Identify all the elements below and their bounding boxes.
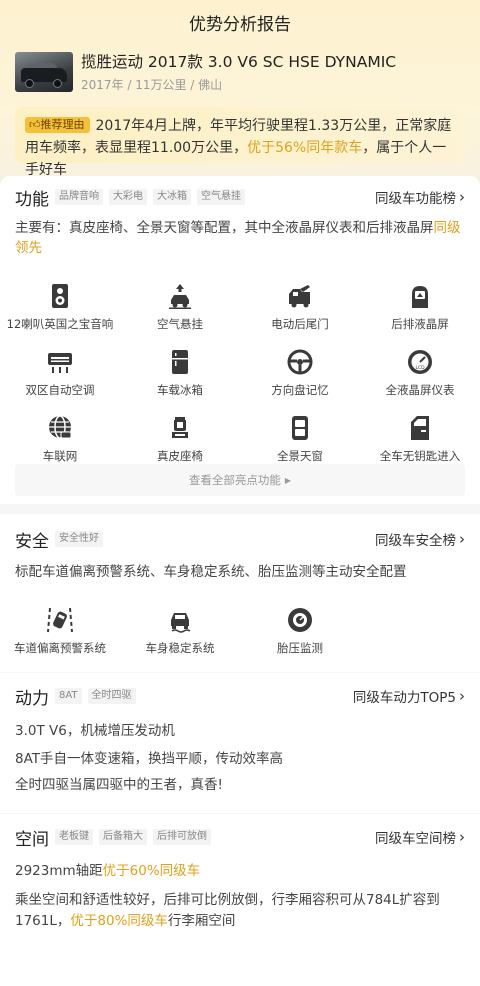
power-title: 动力 bbox=[15, 688, 49, 709]
feature-item[interactable]: 12喇叭英国之宝音响 bbox=[0, 282, 120, 332]
recommend-badge: 👍︎推荐理由 bbox=[25, 117, 90, 133]
power-rank-link[interactable]: 同级车动力TOP5 › bbox=[353, 686, 465, 706]
feature-item[interactable]: 方向盘记忆 bbox=[240, 348, 360, 398]
feature-item[interactable]: 后排液晶屏 bbox=[360, 282, 480, 332]
page-title: 优势分析报告 bbox=[189, 14, 291, 35]
tire-pressure-icon bbox=[288, 608, 312, 632]
function-tag: 大彩电 bbox=[109, 189, 147, 205]
recommend-box: 👍︎推荐理由 2017年4月上牌，年平均行驶里程1.33万公里，正常家庭用车频率… bbox=[15, 107, 465, 178]
thumbs-up-icon: 👍︎ bbox=[29, 118, 41, 131]
top-bar: 优势分析报告 bbox=[0, 0, 480, 44]
function-grid: 12喇叭英国之宝音响 空气悬挂 电动后尾门 后排液晶屏 双区自动空调 车载冰箱 … bbox=[0, 282, 480, 464]
stability-icon bbox=[171, 613, 191, 633]
function-tag: 品牌音响 bbox=[55, 189, 103, 205]
space-tag: 后备箱大 bbox=[99, 829, 147, 845]
feature-item[interactable]: 双区自动空调 bbox=[0, 348, 120, 398]
triangle-right-icon: ▶ bbox=[284, 475, 292, 485]
space-desc: 乘坐空间和舒适性较好，后排可比例放倒，行李厢容积可从784L扩容到1761L，优… bbox=[15, 892, 440, 929]
function-tag: 空气悬挂 bbox=[197, 189, 245, 205]
power-line: 3.0T V6，机械增压发动机 bbox=[15, 723, 175, 739]
chevron-right-icon: › bbox=[459, 687, 465, 705]
feature-item[interactable]: 全车无钥匙进入 bbox=[360, 414, 480, 464]
power-line: 全时四驱当属四驱中的王者，真香! bbox=[15, 777, 223, 793]
safety-rank-link[interactable]: 同级车安全榜 › bbox=[375, 529, 465, 549]
fridge-icon bbox=[172, 350, 188, 374]
car-network-icon bbox=[49, 415, 72, 439]
car-name: 揽胜运动 2017款 3.0 V6 SC HSE DYNAMIC bbox=[81, 53, 397, 71]
function-desc: 主要有：真皮座椅、全景天窗等配置，其中全液晶屏仪表和后排液晶屏同级领先 bbox=[15, 220, 461, 256]
panoramic-sunroof-icon bbox=[292, 416, 308, 440]
leather-seat-icon bbox=[172, 417, 188, 438]
feature-item[interactable]: 车联网 bbox=[0, 414, 120, 464]
safety-desc: 标配车道偏离预警系统、车身稳定系统、胎压监测等主动安全配置 bbox=[15, 564, 407, 580]
power-line: 8AT手自一体变速箱，换挡平顺，传动效率高 bbox=[15, 751, 284, 767]
car-thumbnail[interactable] bbox=[15, 52, 73, 92]
recommend-highlight: 优于56%同年款车 bbox=[247, 140, 363, 156]
space-rank-link[interactable]: 同级车空间榜 › bbox=[375, 827, 465, 847]
safety-grid: 车道偏离预警系统 车身稳定系统 胎压监测 bbox=[0, 606, 480, 656]
dual-zone-ac-icon bbox=[48, 353, 72, 373]
car-summary[interactable]: 揽胜运动 2017款 3.0 V6 SC HSE DYNAMIC 2017年 /… bbox=[15, 52, 396, 93]
feature-item[interactable]: 车载冰箱 bbox=[120, 348, 240, 398]
space-tag: 后排可放倒 bbox=[153, 829, 211, 845]
safety-tag: 安全性好 bbox=[55, 531, 103, 547]
speaker-icon bbox=[52, 284, 68, 308]
air-suspension-icon bbox=[169, 284, 191, 309]
car-meta: 2017年 / 11万公里 / 佛山 bbox=[81, 78, 223, 92]
function-title: 功能 bbox=[15, 189, 49, 210]
power-tailgate-icon bbox=[289, 285, 310, 308]
lcd-gauge-icon: LCD bbox=[408, 350, 432, 374]
rear-screen-icon bbox=[412, 286, 428, 308]
power-section: 动力 8AT 全时四驱 同级车动力TOP5 › 3.0T V6，机械增压发动机 8… bbox=[0, 673, 480, 813]
space-wheelbase: 2923mm轴距优于60%同级车 bbox=[15, 863, 201, 879]
safety-item[interactable]: 车道偏离预警系统 bbox=[0, 606, 120, 656]
chevron-right-icon: › bbox=[459, 828, 465, 846]
power-tag: 8AT bbox=[55, 688, 82, 704]
function-section: 功能 品牌音响 大彩电 大冰箱 空气悬挂 同级车功能榜 › 主要有：真皮座椅、全景… bbox=[0, 176, 480, 504]
function-rank-link[interactable]: 同级车功能榜 › bbox=[375, 187, 465, 207]
feature-item[interactable]: 电动后尾门 bbox=[240, 282, 360, 332]
chevron-right-icon: › bbox=[459, 188, 465, 206]
feature-item[interactable]: 全景天窗 bbox=[240, 414, 360, 464]
feature-item[interactable]: 空气悬挂 bbox=[120, 282, 240, 332]
svg-text:LCD: LCD bbox=[415, 365, 425, 371]
feature-item[interactable]: LCD 全液晶屏仪表 bbox=[360, 348, 480, 398]
lane-departure-icon bbox=[47, 607, 73, 633]
power-tag: 全时四驱 bbox=[87, 688, 136, 704]
safety-item[interactable]: 胎压监测 bbox=[240, 606, 360, 656]
chevron-right-icon: › bbox=[459, 530, 465, 548]
feature-item[interactable]: 真皮座椅 bbox=[120, 414, 240, 464]
space-title: 空间 bbox=[15, 829, 49, 850]
function-tag: 大冰箱 bbox=[153, 189, 191, 205]
safety-title: 安全 bbox=[15, 531, 49, 552]
view-all-features-button[interactable]: 查看全部亮点功能 ▶ bbox=[15, 464, 465, 496]
space-tag: 老板键 bbox=[55, 829, 93, 845]
steering-wheel-icon bbox=[287, 349, 313, 375]
safety-section: 安全 安全性好 同级车安全榜 › 标配车道偏离预警系统、车身稳定系统、胎压监测等主… bbox=[0, 514, 480, 672]
safety-item[interactable]: 车身稳定系统 bbox=[120, 606, 240, 656]
space-section: 空间 老板键 后备箱大 后排可放倒 同级车空间榜 › 2923mm轴距优于60%同… bbox=[0, 814, 480, 986]
keyless-entry-icon bbox=[411, 416, 429, 440]
